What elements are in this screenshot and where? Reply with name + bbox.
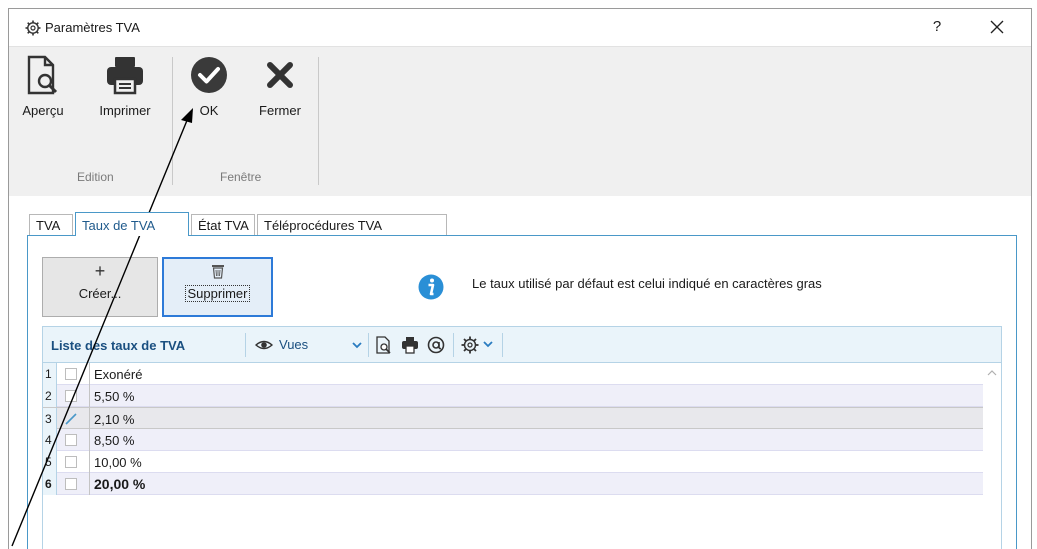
fermer-label: Fermer <box>259 103 301 118</box>
table-row[interactable]: 4 8,50 % <box>43 429 983 451</box>
toolbar-separator <box>245 333 246 357</box>
printer-icon <box>107 57 143 95</box>
row-number: 2 <box>43 385 57 407</box>
help-button[interactable]: ? <box>927 18 947 35</box>
row-number: 3 <box>43 408 57 430</box>
printer-icon[interactable] <box>401 336 419 354</box>
toolbar-separator <box>502 333 503 357</box>
chevron-down-icon[interactable] <box>352 341 362 349</box>
gear-icon[interactable] <box>461 336 479 354</box>
plus-icon: + <box>94 261 106 281</box>
chevron-down-icon[interactable] <box>483 340 493 348</box>
creer-button[interactable]: + Créer... <box>42 257 158 317</box>
row-checkbox[interactable] <box>65 478 77 490</box>
gear-icon <box>25 20 41 36</box>
table-row-default[interactable]: 6 20,00 % <box>43 473 983 495</box>
tab-panel-taux-de-tva: + Créer... Supprimer Le taux utilisé par… <box>27 235 1017 549</box>
preview-icon[interactable] <box>375 336 393 354</box>
table-body: 1 Exonéré 2 5,50 % 3 2,10 % 4 8,50 % 5 1… <box>43 363 983 495</box>
table-row[interactable]: 5 10,00 % <box>43 451 983 473</box>
group-label-edition: Edition <box>77 170 114 184</box>
check-circle-icon <box>191 57 227 93</box>
title-bar: Paramètres TVA ? <box>9 9 1031 46</box>
info-message: Le taux utilisé par défaut est celui ind… <box>472 276 822 291</box>
table-row[interactable]: 2 5,50 % <box>43 385 983 407</box>
vertical-scrollbar[interactable] <box>983 363 1001 549</box>
ok-label: OK <box>199 103 219 118</box>
apercu-button[interactable]: Aperçu <box>17 53 69 118</box>
tab-teleprocedures-tva[interactable]: Téléprocédures TVA <box>257 214 447 236</box>
ribbon-separator <box>318 57 319 185</box>
row-number: 5 <box>43 451 57 473</box>
fermer-button[interactable]: Fermer <box>249 53 311 118</box>
row-number: 4 <box>43 429 57 451</box>
rate-cell[interactable]: 10,00 % <box>89 451 142 473</box>
tab-taux-de-tva[interactable]: Taux de TVA <box>75 212 189 236</box>
toolbar-separator <box>368 333 369 357</box>
row-checkbox[interactable] <box>65 456 77 468</box>
trash-icon <box>211 265 224 279</box>
imprimer-label: Imprimer <box>99 103 151 118</box>
tva-settings-window: Paramètres TVA ? Aperçu Imprimer OK Ferm… <box>8 8 1032 549</box>
row-checkbox[interactable] <box>65 368 77 380</box>
table-row[interactable]: 1 Exonéré <box>43 363 983 385</box>
rate-cell[interactable]: 8,50 % <box>89 429 134 451</box>
checkmark-icon[interactable] <box>65 413 77 425</box>
table-title: Liste des taux de TVA <box>51 338 186 353</box>
vues-menu[interactable]: Vues <box>279 337 308 352</box>
close-window-button[interactable] <box>985 17 1009 37</box>
row-checkbox[interactable] <box>65 434 77 446</box>
supprimer-label: Supprimer <box>184 285 251 302</box>
toolbar-separator <box>453 333 454 357</box>
apercu-label: Aperçu <box>22 103 64 118</box>
row-number: 1 <box>43 363 57 385</box>
creer-label: Créer... <box>78 286 122 301</box>
group-label-fenetre: Fenêtre <box>220 170 262 184</box>
eye-icon[interactable] <box>255 336 273 354</box>
row-checkbox[interactable] <box>65 390 77 402</box>
rate-cell[interactable]: 5,50 % <box>89 385 134 407</box>
window-title: Paramètres TVA <box>45 20 140 35</box>
ok-button[interactable]: OK <box>187 53 231 118</box>
info-icon <box>418 274 444 300</box>
imprimer-button[interactable]: Imprimer <box>86 53 164 118</box>
email-at-icon[interactable] <box>427 336 445 354</box>
preview-icon <box>27 55 58 95</box>
rate-cell[interactable]: 2,10 % <box>89 408 134 430</box>
tva-rates-table: Liste des taux de TVA Vues 1 Exonéré 2 5… <box>42 326 1002 549</box>
ribbon: Aperçu Imprimer OK Fermer Edition Fenêtr… <box>9 46 1031 196</box>
supprimer-button[interactable]: Supprimer <box>162 257 273 317</box>
close-x-icon <box>267 62 293 88</box>
rate-cell[interactable]: Exonéré <box>89 363 142 385</box>
rate-cell[interactable]: 20,00 % <box>89 473 145 495</box>
chevron-up-icon[interactable] <box>987 369 997 377</box>
tab-etat-tva[interactable]: État TVA <box>191 214 255 236</box>
table-row[interactable]: 3 2,10 % <box>43 407 983 430</box>
tab-tva[interactable]: TVA <box>29 214 73 236</box>
row-number: 6 <box>43 473 57 495</box>
ribbon-separator <box>172 57 173 185</box>
table-toolbar: Liste des taux de TVA Vues <box>43 327 1001 363</box>
